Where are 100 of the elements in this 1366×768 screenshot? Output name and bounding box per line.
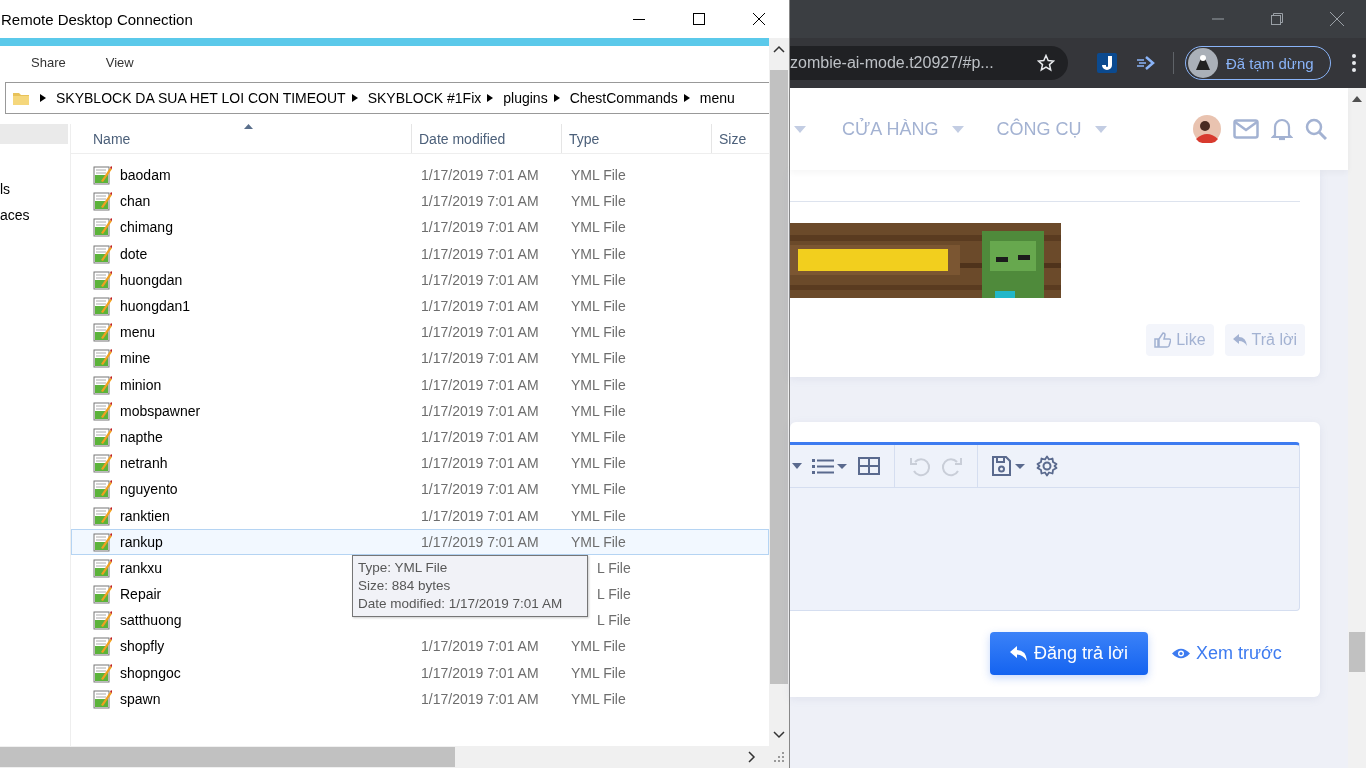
date-modified: 1/17/2019 7:01 AM [421, 219, 539, 236]
bookmark-star-icon[interactable] [1037, 54, 1055, 72]
text-editor[interactable] [790, 442, 1300, 611]
file-name: spawn [120, 690, 161, 707]
url-text: zombie-ai-mode.t20927/#p... [790, 54, 994, 72]
close-icon[interactable] [1330, 12, 1344, 26]
close-icon [753, 13, 765, 25]
file-name: huongdan [120, 271, 183, 288]
date-modified: 1/17/2019 7:01 AM [421, 271, 539, 288]
file-name: netranh [120, 455, 168, 472]
date-modified: 1/17/2019 7:01 AM [421, 324, 539, 341]
file-type: YML File [571, 167, 626, 184]
bulleted-list-icon[interactable] [812, 458, 848, 474]
text-file-icon [93, 453, 112, 474]
scroll-right-icon[interactable] [748, 751, 756, 763]
date-modified: 1/17/2019 7:01 AM [421, 638, 539, 655]
file-name: rankup [120, 533, 163, 550]
arrow-extension-icon[interactable] [1136, 55, 1156, 71]
file-name: shopngoc [120, 664, 181, 681]
date-modified: 1/17/2019 7:01 AM [421, 481, 539, 498]
breadcrumb-arrow-icon [487, 94, 494, 102]
file-type: YML File [571, 219, 626, 236]
ribbon-tab[interactable]: View [105, 54, 134, 70]
thumbs-up-icon [1154, 332, 1172, 348]
eye-icon [1172, 647, 1190, 660]
date-modified: 1/17/2019 7:01 AM [421, 193, 539, 210]
post-reply-button[interactable]: Đăng trả lời [990, 632, 1148, 675]
table-icon[interactable] [858, 457, 880, 475]
breadcrumb-arrow-icon [351, 94, 358, 102]
tooltip-line: Size: 884 bytes [358, 577, 452, 595]
file-name: chan [120, 193, 151, 210]
breadcrumb-arrow-icon [683, 94, 690, 102]
scroll-down-icon[interactable] [773, 731, 785, 739]
breadcrumb[interactable]: ChestCommands [569, 90, 678, 106]
column-header[interactable]: Date modified [412, 124, 562, 153]
settings-icon[interactable] [1036, 455, 1058, 477]
text-file-icon [93, 296, 112, 317]
preview-link[interactable]: Xem trước [1172, 643, 1282, 664]
file-name: mobspawner [120, 402, 201, 419]
scroll-up-icon[interactable] [773, 45, 785, 53]
column-header[interactable]: Size [712, 124, 769, 153]
ribbon-tab[interactable]: Share [31, 54, 66, 70]
file-name: minion [120, 376, 162, 393]
text-file-icon [93, 610, 112, 631]
scrollbar-thumb[interactable] [0, 747, 455, 767]
tooltip-line: Type: YML File [358, 559, 449, 577]
resize-grip-icon[interactable] [774, 752, 784, 762]
breadcrumb[interactable]: SKYBLOCK DA SUA HET LOI CON TIMEOUT [56, 90, 346, 106]
file-type: YML File [571, 298, 626, 315]
menu-icon[interactable] [1351, 53, 1357, 73]
file-type: YML File [571, 455, 626, 472]
file-type: YML File [571, 350, 626, 367]
file-type: YML File [571, 402, 626, 419]
selected-file-row[interactable]: rankup 1/17/2019 7:01 AM YML File [71, 528, 769, 555]
column-header[interactable]: Name [71, 124, 412, 153]
file-type: YML File [571, 271, 626, 288]
date-modified: 1/17/2019 7:01 AM [421, 167, 539, 184]
file-name: huongdan1 [120, 298, 191, 315]
text-file-icon [93, 400, 112, 421]
date-modified: 1/17/2019 7:01 AM [421, 664, 539, 681]
file-type: YML File [571, 638, 626, 655]
nav-item[interactable]: aces [0, 202, 70, 228]
tooltip-line: Date modified: 1/17/2019 7:01 AM [358, 595, 564, 613]
file-type: YML File [571, 193, 626, 210]
column-header[interactable]: Type [562, 124, 712, 153]
text-file-icon [93, 505, 112, 526]
file-name: rankxu [120, 559, 163, 576]
date-modified: 1/17/2019 7:01 AM [421, 402, 539, 419]
scrollbar-thumb[interactable] [770, 70, 788, 684]
file-type: L File [597, 586, 631, 603]
nav-item[interactable]: ls [0, 176, 70, 202]
text-file-icon [93, 426, 112, 447]
date-modified: 1/17/2019 7:01 AM [421, 428, 539, 445]
scroll-up-icon[interactable] [1352, 96, 1362, 102]
restore-icon[interactable] [1271, 13, 1283, 25]
file-name: satthuong [120, 612, 182, 629]
date-modified: 1/17/2019 7:01 AM [421, 690, 539, 707]
text-file-icon [93, 269, 112, 290]
address-bar[interactable]: zombie-ai-mode.t20927/#p... [790, 46, 1068, 80]
scrollbar-thumb[interactable] [1349, 632, 1365, 672]
save-draft-icon[interactable] [992, 456, 1026, 476]
breadcrumb[interactable]: menu [699, 90, 735, 106]
file-name: baodam [120, 167, 171, 184]
file-name: Repair [120, 586, 162, 603]
caret-icon[interactable] [792, 463, 802, 469]
caret-icon [1095, 125, 1108, 133]
avatar-icon [1188, 48, 1218, 78]
file-name: nguyento [120, 481, 178, 498]
address-bar[interactable]: SKYBLOCK DA SUA HET LOI CON TIMEOUT SKYBLOCK #1Fix plugins ChestCommands menu [5, 82, 769, 114]
text-file-icon [93, 636, 112, 657]
text-file-icon [93, 322, 112, 343]
breadcrumb[interactable]: SKYBLOCK #1Fix [367, 90, 482, 106]
user-avatar[interactable] [1193, 115, 1222, 143]
window-title: Remote Desktop Connection [0, 10, 193, 28]
date-modified: 1/17/2019 7:01 AM [421, 245, 539, 262]
text-file-icon [93, 688, 112, 709]
caret-icon [952, 125, 965, 133]
breadcrumb[interactable]: plugins [503, 90, 548, 106]
text-file-icon [93, 584, 112, 605]
extension-icon[interactable] [1097, 53, 1117, 73]
